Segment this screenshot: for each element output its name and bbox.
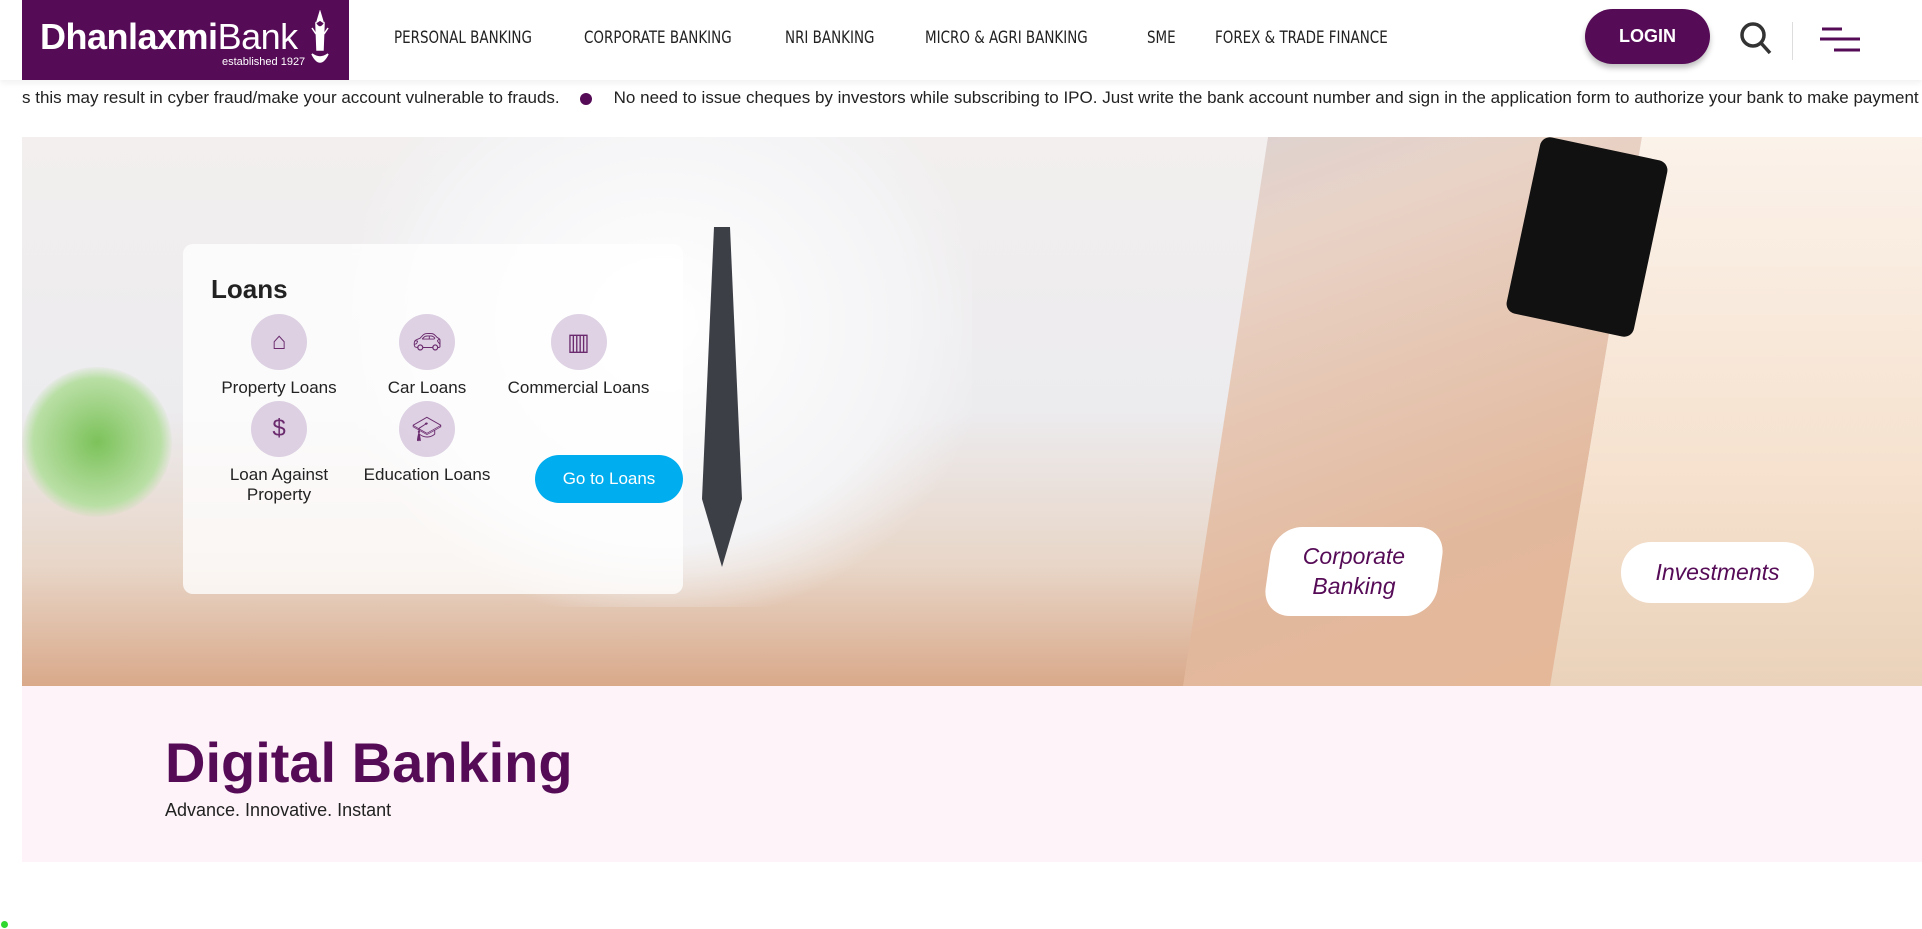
loan-label: Car Loans bbox=[387, 378, 467, 397]
loan-label: Loan Against Property bbox=[229, 465, 329, 504]
house-in-hand-icon: ⌂ bbox=[251, 314, 307, 370]
nav-forex-trade-finance[interactable]: FOREX & TRADE FINANCE bbox=[1215, 28, 1388, 48]
login-button[interactable]: LOGIN bbox=[1585, 9, 1710, 64]
go-to-loans-button[interactable]: Go to Loans bbox=[535, 455, 683, 503]
ticker-item: No need to issue cheques by investors wh… bbox=[613, 88, 1922, 107]
car-icon: 🚗︎ bbox=[399, 314, 455, 370]
investments-button[interactable]: Investments bbox=[1621, 542, 1814, 603]
digital-banking-section: Digital Banking Advance. Innovative. Ins… bbox=[22, 686, 1922, 862]
loan-item-property[interactable]: ⌂ Property Loans bbox=[209, 314, 349, 398]
bullet-icon bbox=[579, 92, 592, 105]
loans-title: Loans bbox=[211, 274, 288, 304]
hero-banner: Loans ⌂ Property Loans 🚗︎ Car Loans ▥ Comme… bbox=[22, 137, 1922, 686]
digital-banking-subtitle: Advance. Innovative. Instant bbox=[165, 800, 392, 820]
loan-item-commercial[interactable]: ▥ Commercial Loans bbox=[496, 314, 661, 398]
loan-item-against-property[interactable]: $ Loan Against Property bbox=[209, 401, 349, 505]
lakshmi-emblem-icon bbox=[311, 10, 329, 63]
header-divider bbox=[1792, 22, 1793, 60]
loan-label: Education Loans bbox=[363, 465, 491, 484]
news-ticker[interactable]: s this may result in cyber fraud/make yo… bbox=[22, 88, 1922, 114]
graduation-cap-icon: 🎓︎ bbox=[399, 401, 455, 457]
building-icon: ▥ bbox=[550, 314, 607, 370]
hamburger-icon[interactable] bbox=[1818, 26, 1862, 54]
bank-logo[interactable]: DhanlaxmiBank established 1927 bbox=[22, 0, 349, 80]
loan-label: Commercial Loans bbox=[507, 378, 650, 397]
money-bag-icon: $ bbox=[251, 401, 307, 457]
logo-text: DhanlaxmiBank bbox=[40, 16, 298, 57]
nav-corporate-banking[interactable]: CORPORATE BANKING bbox=[584, 28, 732, 48]
nav-micro-agri-banking[interactable]: MICRO & AGRI BANKING bbox=[925, 28, 1088, 48]
loan-item-education[interactable]: 🎓︎ Education Loans bbox=[347, 401, 507, 485]
plant-photo-detail bbox=[22, 367, 172, 517]
corporate-banking-button[interactable]: Corporate Banking bbox=[1261, 527, 1447, 616]
nav-nri-banking[interactable]: NRI BANKING bbox=[785, 28, 874, 48]
logo-tagline: established 1927 bbox=[222, 56, 306, 68]
loan-item-car[interactable]: 🚗︎ Car Loans bbox=[357, 314, 497, 398]
loan-label: Property Loans bbox=[221, 378, 337, 397]
search-icon[interactable] bbox=[1738, 20, 1774, 56]
nav-sme[interactable]: SME bbox=[1147, 28, 1176, 48]
ticker-item: s this may result in cyber fraud/make yo… bbox=[22, 88, 560, 107]
nav-personal-banking[interactable]: PERSONAL BANKING bbox=[394, 28, 532, 48]
corporate-banking-label: Corporate Banking bbox=[1302, 542, 1406, 599]
loans-card: Loans ⌂ Property Loans 🚗︎ Car Loans ▥ Comme… bbox=[183, 244, 683, 594]
status-dot bbox=[1, 921, 8, 928]
digital-banking-title: Digital Banking bbox=[165, 731, 573, 794]
